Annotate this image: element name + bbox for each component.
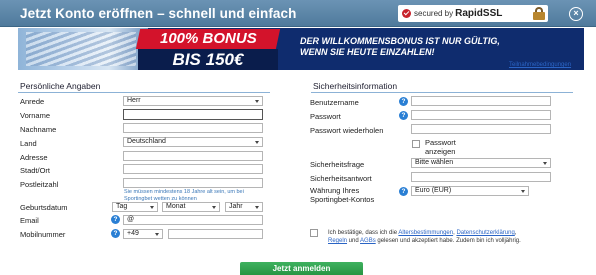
username-label: Benutzername	[310, 98, 359, 107]
email-help-icon[interactable]: ?	[111, 215, 120, 224]
birth-month-select[interactable]: Monat	[162, 202, 220, 212]
consent-checkbox[interactable]	[310, 229, 318, 237]
password-input[interactable]	[411, 110, 551, 120]
password-repeat-label: Passwort wiederholen	[310, 126, 384, 135]
age-hint: Sie müssen mindestens 18 Jahre alt sein,…	[124, 189, 244, 202]
security-answer-label: Sicherheitsantwort	[310, 174, 372, 183]
agb-link[interactable]: AGBs	[360, 238, 376, 244]
password-label: Passwort	[310, 112, 341, 121]
dialog-title: Jetzt Konto eröffnen – schnell und einfa…	[20, 6, 297, 21]
dialog-header: Jetzt Konto eröffnen – schnell und einfa…	[0, 0, 596, 27]
address-label: Adresse	[20, 153, 48, 162]
email-label: Email	[20, 216, 39, 225]
chevron-down-icon	[150, 206, 154, 209]
age-rules-link[interactable]: Altersbestimmungen	[398, 230, 453, 236]
lock-icon	[533, 7, 545, 20]
password-help-icon[interactable]: ?	[399, 111, 408, 120]
username-input[interactable]	[411, 96, 551, 106]
security-question-select[interactable]: Bitte wählen	[411, 158, 551, 168]
security-answer-input[interactable]	[411, 172, 551, 182]
birthdate-label: Geburtsdatum	[20, 203, 68, 212]
chevron-down-icon	[255, 100, 259, 103]
birth-year-select[interactable]: Jahr	[225, 202, 263, 212]
personal-section-divider	[18, 92, 270, 93]
welcome-bonus-banner[interactable]: 100% BONUS BIS 150€ DER WILLKOMMENSBONUS…	[18, 28, 584, 70]
currency-help-icon[interactable]: ?	[399, 187, 408, 196]
currency-label: Währung Ihres Sportingbet-Kontos	[310, 186, 375, 204]
terms-link[interactable]: Teilnahmebedingungen	[509, 62, 571, 68]
rules-link[interactable]: Regeln	[328, 238, 347, 244]
firstname-label: Vorname	[20, 111, 51, 120]
close-button[interactable]: ×	[569, 7, 583, 21]
privacy-policy-link[interactable]: Datenschutzerklärung	[456, 230, 514, 236]
ssl-brand: RapidSSL	[455, 8, 503, 19]
show-password-checkbox[interactable]	[412, 140, 420, 148]
bonus-box: 100% BONUS BIS 150€	[135, 28, 281, 70]
banner-message: DER WILLKOMMENSBONUS IST NUR GÜLTIG, WEN…	[300, 36, 500, 57]
chevron-down-icon	[543, 162, 547, 165]
salutation-select[interactable]: Herr	[123, 96, 263, 106]
country-code-select[interactable]: +49	[123, 229, 163, 239]
city-input[interactable]	[123, 164, 263, 174]
mobile-help-icon[interactable]: ?	[111, 229, 120, 238]
zip-input[interactable]	[123, 178, 263, 188]
security-question-label: Sicherheitsfrage	[310, 160, 365, 169]
chevron-down-icon	[155, 233, 159, 236]
zip-label: Postleitzahl	[20, 180, 59, 189]
show-password-label: Passwort anzeigen	[425, 138, 456, 156]
address-input[interactable]	[123, 151, 263, 161]
security-section-divider	[311, 92, 573, 93]
ssl-badge: secured by RapidSSL	[398, 5, 548, 22]
chevron-down-icon	[255, 206, 259, 209]
chevron-down-icon	[521, 190, 525, 193]
register-button[interactable]: Jetzt anmelden	[240, 262, 363, 275]
email-input[interactable]: @	[123, 215, 263, 225]
username-help-icon[interactable]: ?	[399, 97, 408, 106]
salutation-label: Anrede	[20, 97, 45, 106]
mobile-label: Mobilnummer	[20, 230, 66, 239]
chevron-down-icon	[212, 206, 216, 209]
lastname-input[interactable]	[123, 123, 263, 133]
country-label: Land	[20, 139, 37, 148]
bonus-amount: BIS 150€	[138, 49, 278, 70]
city-label: Stadt/Ort	[20, 166, 51, 175]
ssl-check-icon	[402, 9, 411, 18]
ssl-prefix: secured by	[414, 9, 454, 18]
consent-text: Ich bestätige, dass ich die Altersbestim…	[328, 230, 521, 244]
stadium-image	[18, 28, 148, 70]
chevron-down-icon	[255, 141, 259, 144]
lastname-label: Nachname	[20, 125, 57, 134]
security-section-title: Sicherheitsinformation	[313, 81, 398, 91]
personal-section-title: Persönliche Angaben	[20, 81, 101, 91]
birth-day-select[interactable]: Tag	[112, 202, 158, 212]
bonus-headline: 100% BONUS	[159, 30, 257, 47]
country-select[interactable]: Deutschland	[123, 137, 263, 147]
password-repeat-input[interactable]	[411, 124, 551, 134]
mobile-input[interactable]	[168, 229, 263, 239]
currency-select[interactable]: Euro (EUR)	[411, 186, 529, 196]
firstname-input[interactable]	[123, 109, 263, 120]
